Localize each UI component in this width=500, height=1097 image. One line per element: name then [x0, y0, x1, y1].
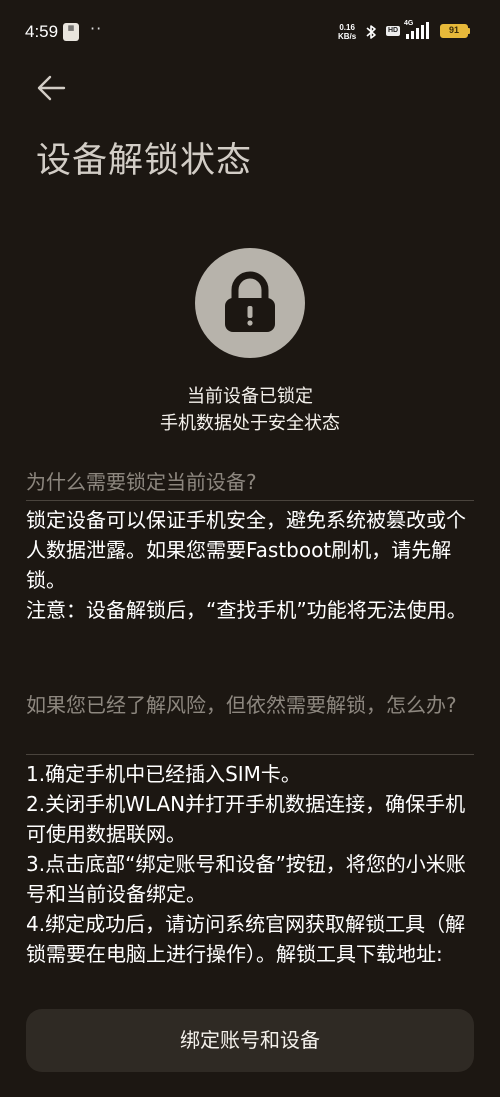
unlock-step: 2.关闭手机WLAN并打开手机数据连接，确保手机可使用数据联网。 [26, 792, 466, 846]
section-divider [26, 500, 474, 501]
section-how-unlock-steps: 1.确定手机中已经插入SIM卡。 2.关闭手机WLAN并打开手机数据连接，确保手… [26, 759, 476, 969]
signal-strength-icon [404, 22, 434, 44]
battery-level: 91 [448, 25, 459, 35]
section-why-lock-body: 锁定设备可以保证手机安全，避免系统被篡改或个人数据泄露。如果您需要Fastboo… [26, 505, 476, 625]
network-speed-value: 0.16 [339, 23, 355, 32]
network-speed-unit: KB/s [338, 32, 357, 41]
lock-status-badge [195, 248, 305, 358]
back-arrow-icon [37, 75, 66, 101]
more-notifications-indicator: ·· [90, 19, 103, 38]
section-why-lock-title: 为什么需要锁定当前设备? [26, 470, 257, 494]
lock-icon [225, 271, 275, 332]
page-title: 设备解锁状态 [36, 141, 253, 181]
network-speed: 0.16 KB/s [338, 23, 356, 41]
section-divider [26, 754, 474, 755]
battery-tip [468, 28, 470, 34]
lock-status-line1: 当前设备已锁定 [187, 386, 313, 407]
calendar-icon: ▦ [63, 23, 79, 41]
unlock-step: 3.点击底部“绑定账号和设备”按钮，将您的小米账号和当前设备绑定。 [26, 852, 466, 906]
battery-icon: 91 [440, 24, 468, 38]
hd-voice-badge: HD [386, 26, 401, 36]
why-lock-paragraph: 锁定设备可以保证手机安全，避免系统被篡改或个人数据泄露。如果您需要Fastboo… [26, 508, 466, 592]
status-bar: 4:59 ▦ ·· 0.16 KB/s HD 4G 91 [0, 0, 500, 64]
bind-account-device-button[interactable]: 绑定账号和设备 [26, 1009, 474, 1072]
status-time: 4:59 [25, 22, 59, 41]
unlock-step: 4.绑定成功后，请访问系统官网获取解锁工具（解锁需要在电脑上进行操作）。解锁工具… [26, 912, 466, 966]
lock-status-line2: 手机数据处于安全状态 [160, 413, 340, 434]
unlock-step: 1.确定手机中已经插入SIM卡。 [26, 762, 301, 786]
back-button[interactable] [30, 70, 74, 106]
section-how-unlock-title: 如果您已经了解风险，但依然需要解锁，怎么办? [26, 693, 457, 717]
why-lock-note: 注意：设备解锁后，“查找手机”功能将无法使用。 [26, 598, 467, 622]
device-unlock-status-page: 4:59 ▦ ·· 0.16 KB/s HD 4G 91 设备解锁状态 当前设备… [0, 0, 500, 1097]
bluetooth-icon [365, 24, 377, 44]
